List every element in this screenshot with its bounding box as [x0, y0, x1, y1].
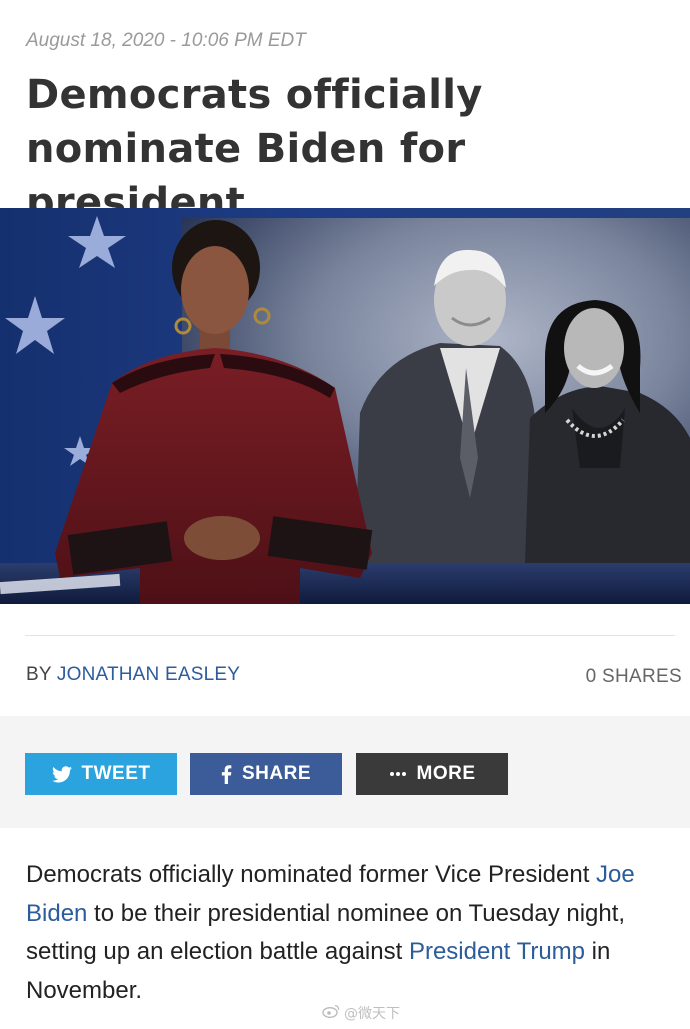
ellipsis-icon	[389, 771, 407, 777]
hero-photo	[0, 208, 690, 604]
twitter-bird-icon	[51, 765, 72, 783]
share-label: SHARE	[241, 763, 311, 784]
tweet-button[interactable]: TWEET	[25, 753, 177, 795]
more-share-button[interactable]: MORE	[356, 753, 508, 795]
byline-row: BY JONATHAN EASLEY 0 SHARES	[0, 664, 690, 690]
byline-prefix: BY	[26, 664, 52, 685]
weibo-logo-icon	[322, 1004, 340, 1022]
weibo-watermark: @微天下	[322, 1003, 400, 1023]
more-label: MORE	[416, 763, 476, 784]
share-count: 0 SHARES	[585, 666, 682, 687]
share-toolbar: TWEET SHARE MORE	[0, 716, 690, 828]
tweet-label: TWEET	[81, 763, 151, 784]
byline: BY JONATHAN EASLEY	[26, 664, 240, 686]
president-trump-link[interactable]: President Trump	[409, 938, 585, 965]
watermark-text: @微天下	[344, 1006, 400, 1022]
body-text-1: Democrats officially nominated former Vi…	[26, 861, 597, 888]
facebook-f-icon	[221, 764, 232, 784]
article-headline: Democrats officially nominate Biden for …	[26, 72, 483, 226]
article-header: August 18, 2020 - 10:06 PM EDT Democrats…	[0, 0, 690, 226]
author-link[interactable]: JONATHAN EASLEY	[57, 664, 240, 685]
divider	[25, 635, 675, 636]
article-timestamp: August 18, 2020 - 10:06 PM EDT	[26, 30, 306, 51]
facebook-share-button[interactable]: SHARE	[190, 753, 342, 795]
article-body: Democrats officially nominated former Vi…	[26, 856, 676, 1010]
